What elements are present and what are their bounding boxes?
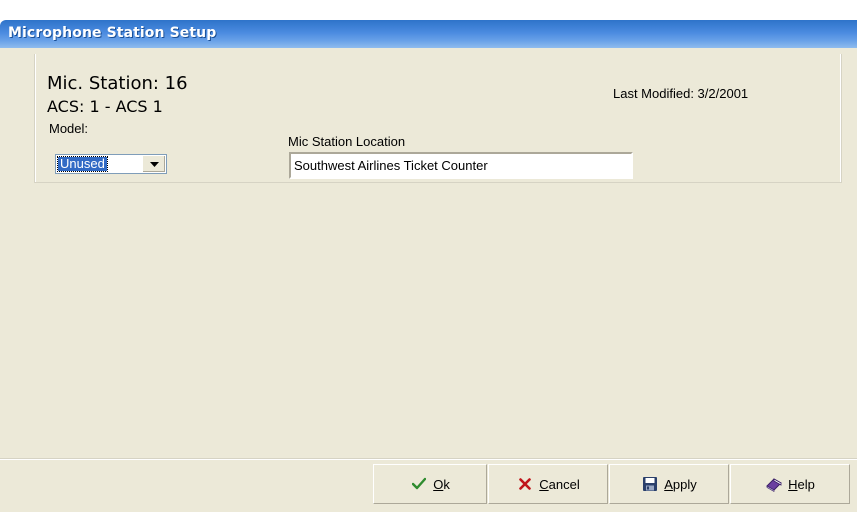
cancel-button[interactable]: Cancel	[488, 464, 608, 504]
title-bar[interactable]: Microphone Station Setup	[0, 20, 857, 48]
ok-label: Ok	[433, 476, 450, 492]
location-label: Mic Station Location	[288, 134, 406, 149]
help-label: Help	[788, 476, 815, 492]
acs-label: ACS: 1 - ACS 1	[47, 97, 163, 116]
cancel-label: Cancel	[539, 476, 580, 492]
model-dropdown[interactable]: Unused	[55, 154, 167, 174]
window-title: Microphone Station Setup	[8, 25, 217, 41]
button-bar-separator	[0, 458, 857, 460]
apply-label: Apply	[664, 476, 697, 492]
location-input[interactable]	[289, 152, 633, 179]
model-label: Model:	[49, 121, 89, 136]
close-icon	[516, 475, 534, 493]
help-button[interactable]: Help	[730, 464, 850, 504]
station-group-box: Mic. Station: 16 ACS: 1 - ACS 1 Last Mod…	[34, 54, 842, 183]
checkmark-icon	[410, 475, 428, 493]
model-selected-value: Unused	[57, 156, 108, 172]
ok-button[interactable]: Ok	[373, 464, 487, 504]
save-disk-icon	[641, 475, 659, 493]
station-title: Mic. Station: 16	[47, 73, 188, 94]
apply-button[interactable]: Apply	[609, 464, 729, 504]
dialog-window: Microphone Station Setup Mic. Station: 1…	[0, 0, 857, 512]
dialog-body: Mic. Station: 16 ACS: 1 - ACS 1 Last Mod…	[0, 48, 857, 512]
last-modified-label: Last Modified: 3/2/2001	[613, 86, 749, 101]
help-book-icon	[765, 475, 783, 493]
chevron-down-icon[interactable]	[142, 156, 165, 172]
